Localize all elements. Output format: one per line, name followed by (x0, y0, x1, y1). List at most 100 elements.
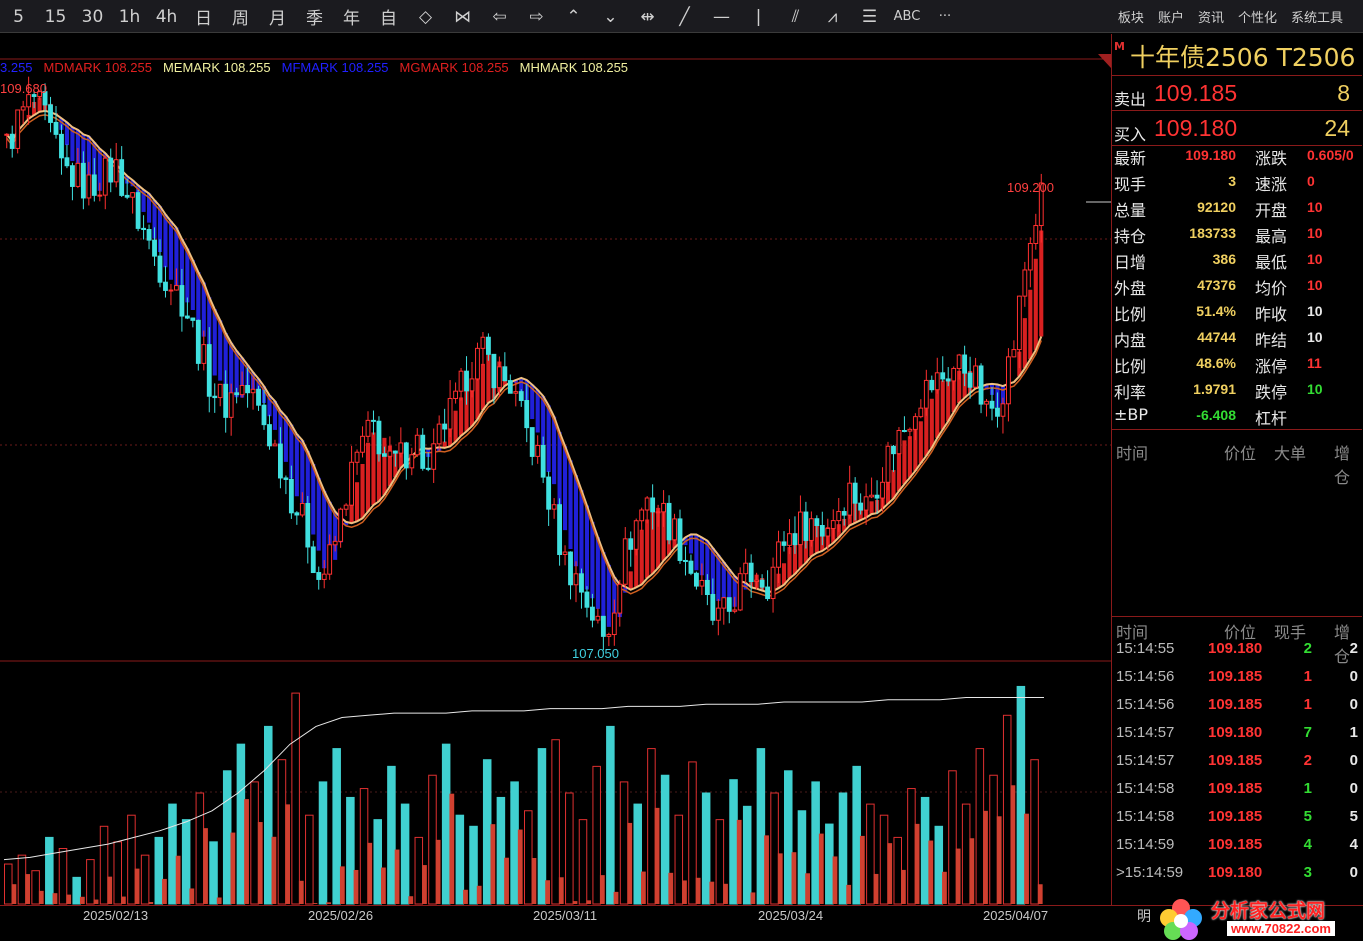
stat-value: 10 (1307, 329, 1323, 345)
menu-item-0[interactable]: 板块 (1118, 7, 1144, 26)
candle-body (469, 378, 475, 392)
toolbar-item-9[interactable]: 年 (333, 0, 370, 33)
toolbar-item-19[interactable]: — (703, 0, 740, 33)
candle-body (502, 366, 508, 382)
volume-bar (688, 761, 697, 905)
tick-row[interactable]: 15:14:56 109.185 1 0 (1112, 696, 1362, 724)
toolbar-item-10[interactable]: 自 (370, 0, 407, 33)
stat-label: 涨停 (1255, 357, 1288, 376)
candle-body (130, 192, 136, 198)
menu-item-4[interactable]: 系统工具 (1291, 7, 1343, 26)
volume-bar (599, 875, 605, 904)
toolbar-item-16[interactable]: ⌄ (592, 0, 629, 33)
toolbar-item-14[interactable]: ⇨ (518, 0, 555, 33)
volume-bar (400, 803, 410, 905)
toolbar-item-8[interactable]: 季 (296, 0, 333, 33)
volume-bar (838, 792, 848, 905)
tick-row[interactable]: 15:14:58 109.185 5 5 (1112, 808, 1362, 836)
volume-bar (558, 877, 564, 904)
volume-bar (496, 796, 506, 905)
stat-row: 内盘 44744 昨结 10 (1112, 327, 1362, 353)
period-toolbar: 5 15 30 1h 4h 日周月季年自 ◇ ⋈ ⇦ ⇨ ⌃ ⌄ ⇹ ╱ — | ⫽ ⩘ ☰ ABC ··· (0, 0, 964, 33)
toolbar-item-6[interactable]: 周 (222, 0, 259, 33)
candle-body (770, 566, 776, 600)
candle-body (748, 562, 754, 583)
candle-body (195, 319, 201, 364)
candle-body (847, 482, 853, 516)
toolbar-item-21[interactable]: ⫽ (777, 0, 814, 33)
volume-bar (469, 825, 478, 905)
candle-body (885, 445, 891, 483)
tick-oi: 4 (1349, 836, 1358, 853)
tick-row[interactable]: 15:14:59 109.185 4 4 (1112, 836, 1362, 864)
kline-chart[interactable]: 109.680 107.050 109.200 3.255 MDMARK 108.25… (0, 34, 1111, 906)
volume-bar (723, 883, 728, 904)
volume-bar (271, 836, 277, 904)
menu-item-2[interactable]: 资讯 (1198, 7, 1224, 26)
toolbar-item-24[interactable]: ABC (888, 0, 926, 33)
stat-value: 11 (1307, 355, 1322, 371)
tick-row[interactable]: >15:14:59 109.180 3 0 (1112, 864, 1362, 892)
toolbar-item-7[interactable]: 月 (259, 0, 296, 33)
tick-row[interactable]: 15:14:57 109.180 7 1 (1112, 724, 1362, 752)
toolbar-item-25[interactable]: ··· (926, 0, 964, 33)
detail-tab[interactable]: 明 (1137, 906, 1151, 926)
toolbar-item-1[interactable]: 15 (37, 0, 74, 33)
column-header: 价位 (1224, 444, 1257, 463)
tick-time: 15:14:57 (1116, 724, 1175, 741)
candle-body (321, 573, 327, 580)
toolbar-item-3[interactable]: 1h (111, 0, 148, 33)
toolbar-item-11[interactable]: ◇ (407, 0, 444, 33)
candle-body (737, 573, 743, 611)
volume-bar (175, 855, 181, 904)
toolbar-item-0[interactable]: 5 (0, 0, 37, 33)
candle-body (967, 372, 973, 388)
candle-body (102, 157, 108, 196)
tick-row[interactable]: 15:14:57 109.185 2 0 (1112, 752, 1362, 780)
candle-body (272, 443, 278, 447)
bid-row[interactable]: 买入 109.180 24 (1112, 111, 1362, 146)
chart-canvas[interactable]: 109.680 107.050 109.200 (0, 34, 1111, 906)
toolbar-item-17[interactable]: ⇹ (629, 0, 666, 33)
toolbar-item-2[interactable]: 30 (74, 0, 111, 33)
stat-label: 比例 (1114, 357, 1147, 376)
candle-body (1022, 269, 1028, 297)
toolbar-item-5[interactable]: 日 (185, 0, 222, 33)
toolbar-item-12[interactable]: ⋈ (444, 0, 481, 33)
volume-bar (934, 825, 944, 905)
stat-value: 10 (1307, 381, 1323, 397)
toolbar-item-13[interactable]: ⇦ (481, 0, 518, 33)
bid-volume: 24 (1324, 115, 1350, 141)
candle-body (945, 378, 951, 382)
volume-bar (901, 869, 906, 904)
candle-body (710, 594, 716, 621)
tick-row[interactable]: 15:14:56 109.185 1 0 (1112, 668, 1362, 696)
volume-bar (181, 819, 191, 905)
toolbar-item-23[interactable]: ☰ (851, 0, 888, 33)
menu-item-3[interactable]: 个性化 (1238, 7, 1277, 26)
volume-bar (25, 874, 30, 904)
ask-row[interactable]: 卖出 109.185 8 (1112, 76, 1362, 111)
candle-body (382, 453, 387, 457)
tick-hand: 2 (1303, 640, 1312, 657)
logo-text: 分析家公式网 (1211, 900, 1326, 922)
toolbar-item-20[interactable]: | (740, 0, 777, 33)
volume-bar (52, 893, 58, 904)
bigorder-header: 时间 价位 大单 增仓 (1112, 438, 1362, 487)
candle-body (891, 445, 896, 455)
volume-bar (619, 781, 629, 905)
tick-row[interactable]: 15:14:58 109.185 1 0 (1112, 780, 1362, 808)
toolbar-item-18[interactable]: ╱ (666, 0, 703, 33)
tick-row[interactable]: 15:14:55 109.180 2 2 (1112, 640, 1362, 668)
toolbar-item-22[interactable]: ⩘ (814, 0, 851, 33)
toolbar-item-4[interactable]: 4h (148, 0, 185, 33)
toolbar-item-15[interactable]: ⌃ (555, 0, 592, 33)
candle-body (91, 174, 97, 196)
candle-body (316, 572, 322, 580)
candle-body (1011, 349, 1017, 358)
menu-item-1[interactable]: 账户 (1158, 7, 1184, 26)
volume-bar (305, 814, 314, 905)
volume-bar (121, 896, 126, 904)
candle-body (644, 497, 650, 511)
date-label: 2025/04/07 (983, 908, 1049, 923)
